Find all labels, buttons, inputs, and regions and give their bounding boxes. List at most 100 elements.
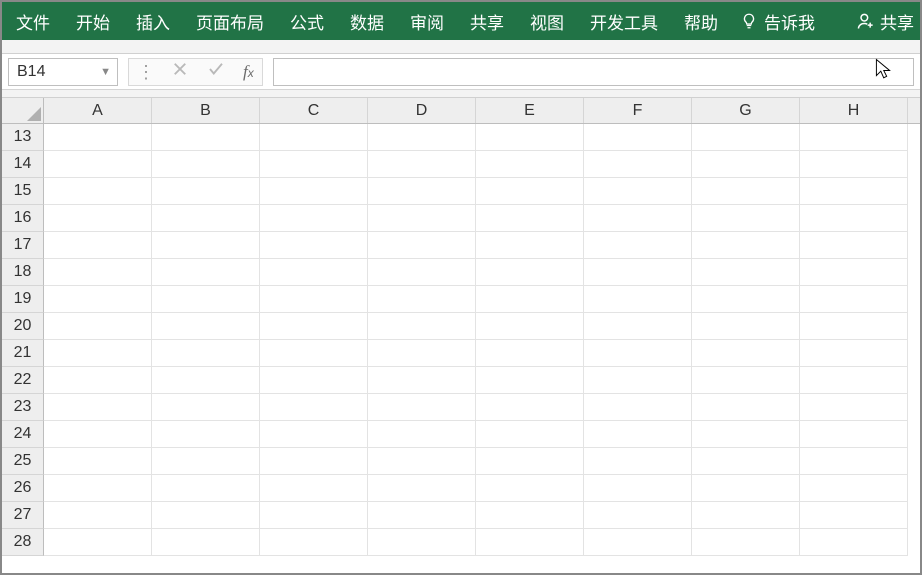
cell[interactable] bbox=[44, 394, 152, 421]
cell[interactable] bbox=[692, 313, 800, 340]
cell[interactable] bbox=[476, 205, 584, 232]
cell[interactable] bbox=[476, 340, 584, 367]
cell[interactable] bbox=[476, 313, 584, 340]
cell[interactable] bbox=[584, 475, 692, 502]
fx-button[interactable]: fx bbox=[243, 62, 254, 82]
cell[interactable] bbox=[800, 232, 908, 259]
cell[interactable] bbox=[476, 529, 584, 556]
ribbon-tab-formulas[interactable]: 公式 bbox=[286, 5, 328, 38]
cell[interactable] bbox=[476, 421, 584, 448]
cell[interactable] bbox=[44, 475, 152, 502]
cell[interactable] bbox=[476, 286, 584, 313]
col-header-H[interactable]: H bbox=[800, 98, 908, 123]
cell[interactable] bbox=[260, 394, 368, 421]
cell[interactable] bbox=[368, 151, 476, 178]
cell[interactable] bbox=[584, 178, 692, 205]
cell[interactable] bbox=[44, 448, 152, 475]
cell[interactable] bbox=[692, 448, 800, 475]
cell[interactable] bbox=[152, 151, 260, 178]
cell[interactable] bbox=[692, 232, 800, 259]
cell[interactable] bbox=[476, 124, 584, 151]
cell[interactable] bbox=[260, 232, 368, 259]
cell[interactable] bbox=[368, 205, 476, 232]
row-header[interactable]: 27 bbox=[2, 502, 44, 529]
col-header-C[interactable]: C bbox=[260, 98, 368, 123]
row-header[interactable]: 21 bbox=[2, 340, 44, 367]
cell[interactable] bbox=[800, 394, 908, 421]
cell[interactable] bbox=[44, 124, 152, 151]
cell[interactable] bbox=[692, 475, 800, 502]
cell[interactable] bbox=[44, 232, 152, 259]
cell[interactable] bbox=[368, 502, 476, 529]
cell[interactable] bbox=[152, 421, 260, 448]
cell[interactable] bbox=[368, 178, 476, 205]
cell[interactable] bbox=[260, 286, 368, 313]
cell[interactable] bbox=[800, 178, 908, 205]
cell[interactable] bbox=[692, 394, 800, 421]
cell[interactable] bbox=[584, 502, 692, 529]
col-header-F[interactable]: F bbox=[584, 98, 692, 123]
cell[interactable] bbox=[584, 367, 692, 394]
cell[interactable] bbox=[44, 367, 152, 394]
cell[interactable] bbox=[152, 367, 260, 394]
row-header[interactable]: 20 bbox=[2, 313, 44, 340]
cell[interactable] bbox=[800, 448, 908, 475]
cell[interactable] bbox=[260, 151, 368, 178]
cell[interactable] bbox=[692, 178, 800, 205]
cell[interactable] bbox=[152, 394, 260, 421]
cancel-button[interactable] bbox=[171, 60, 189, 83]
cell[interactable] bbox=[260, 475, 368, 502]
more-options-icon[interactable]: ⋮ bbox=[137, 63, 153, 81]
ribbon-tab-home[interactable]: 开始 bbox=[72, 5, 114, 38]
cell[interactable] bbox=[800, 421, 908, 448]
share-button[interactable]: 共享 bbox=[856, 9, 914, 34]
col-header-B[interactable]: B bbox=[152, 98, 260, 123]
cell[interactable] bbox=[800, 259, 908, 286]
ribbon-tab-help[interactable]: 帮助 bbox=[680, 5, 722, 38]
cell[interactable] bbox=[44, 286, 152, 313]
cell[interactable] bbox=[584, 259, 692, 286]
cell[interactable] bbox=[800, 367, 908, 394]
row-header[interactable]: 14 bbox=[2, 151, 44, 178]
cell[interactable] bbox=[260, 313, 368, 340]
ribbon-tab-data[interactable]: 数据 bbox=[346, 5, 388, 38]
cell[interactable] bbox=[692, 205, 800, 232]
row-header[interactable]: 13 bbox=[2, 124, 44, 151]
cell[interactable] bbox=[476, 259, 584, 286]
cell[interactable] bbox=[260, 502, 368, 529]
col-header-E[interactable]: E bbox=[476, 98, 584, 123]
cell[interactable] bbox=[44, 178, 152, 205]
cell[interactable] bbox=[368, 124, 476, 151]
formula-bar-input[interactable] bbox=[273, 58, 914, 86]
row-header[interactable]: 16 bbox=[2, 205, 44, 232]
cell[interactable] bbox=[692, 286, 800, 313]
cell[interactable] bbox=[368, 340, 476, 367]
col-header-A[interactable]: A bbox=[44, 98, 152, 123]
cell[interactable] bbox=[368, 394, 476, 421]
cell[interactable] bbox=[44, 529, 152, 556]
ribbon-tab-insert[interactable]: 插入 bbox=[132, 5, 174, 38]
cell[interactable] bbox=[368, 286, 476, 313]
cell[interactable] bbox=[44, 502, 152, 529]
cell[interactable] bbox=[44, 205, 152, 232]
cell[interactable] bbox=[800, 340, 908, 367]
cell[interactable] bbox=[152, 205, 260, 232]
cell[interactable] bbox=[152, 340, 260, 367]
col-header-G[interactable]: G bbox=[692, 98, 800, 123]
cell[interactable] bbox=[152, 502, 260, 529]
cell[interactable] bbox=[152, 232, 260, 259]
ribbon-tab-layout[interactable]: 页面布局 bbox=[192, 5, 268, 38]
cell[interactable] bbox=[260, 124, 368, 151]
cell[interactable] bbox=[692, 151, 800, 178]
cell[interactable] bbox=[260, 367, 368, 394]
cell[interactable] bbox=[692, 421, 800, 448]
row-header[interactable]: 28 bbox=[2, 529, 44, 556]
enter-button[interactable] bbox=[207, 60, 225, 83]
cell[interactable] bbox=[476, 475, 584, 502]
cell[interactable] bbox=[476, 232, 584, 259]
cell[interactable] bbox=[800, 502, 908, 529]
ribbon-tab-share[interactable]: 共享 bbox=[466, 5, 508, 38]
cell[interactable] bbox=[260, 340, 368, 367]
cell[interactable] bbox=[584, 286, 692, 313]
cell[interactable] bbox=[800, 205, 908, 232]
